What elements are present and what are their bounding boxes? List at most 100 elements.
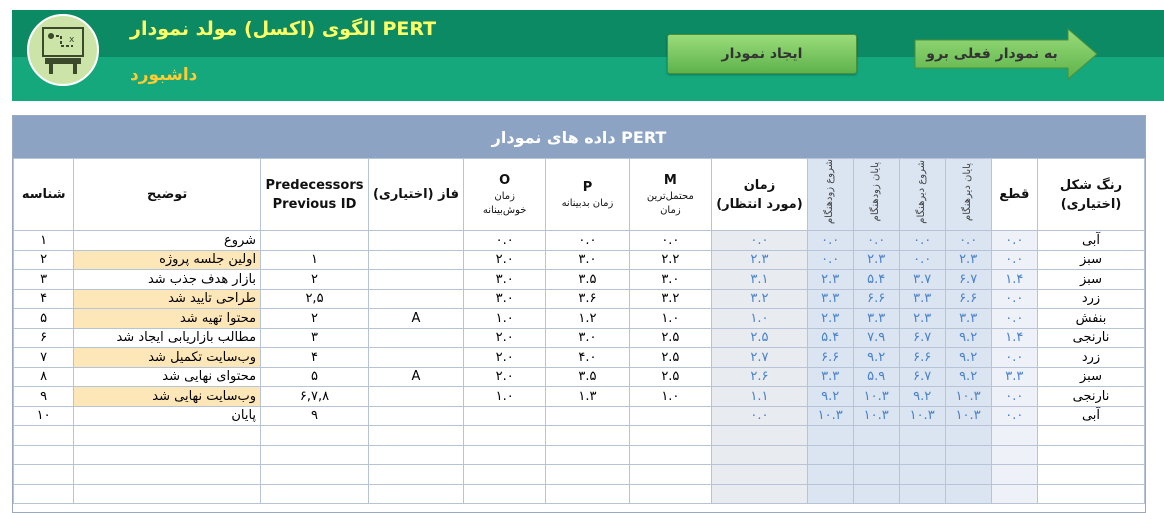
cell-pessimistic[interactable]: ۳.۰ [545, 327, 630, 349]
cell-optimistic[interactable]: ۲.۰ [462, 347, 547, 368]
cell-float[interactable]: ۱.۴ [990, 327, 1039, 349]
cell-description[interactable] [73, 444, 262, 466]
cell-early-start[interactable]: ۲.۳ [806, 269, 854, 290]
cell-float[interactable]: ۰.۰ [990, 308, 1039, 329]
cell-id[interactable]: ۵ [12, 308, 75, 329]
cell-shape-color[interactable] [1037, 464, 1145, 485]
cell-predecessors[interactable]: ۵ [260, 366, 369, 388]
cell-shape-color[interactable]: زرد [1037, 288, 1145, 310]
cell-float[interactable] [990, 483, 1039, 505]
cell-late-finish[interactable]: ۶.۶ [944, 288, 992, 310]
cell-pessimistic[interactable]: ۳.۰ [545, 249, 630, 271]
cell-description[interactable]: محتوای نهایی شد [73, 366, 262, 388]
cell-phase[interactable] [367, 249, 464, 271]
cell-pessimistic[interactable] [545, 444, 630, 466]
cell-pessimistic[interactable]: ۳.۵ [545, 366, 630, 388]
cell-most-likely[interactable]: ۲.۲ [628, 249, 713, 271]
cell-optimistic[interactable] [462, 483, 547, 505]
goto-current-chart-button[interactable]: به نمودار فعلی برو [914, 28, 1098, 80]
cell-late-finish[interactable]: ۱۰.۳ [944, 386, 992, 407]
cell-most-likely[interactable] [628, 405, 713, 427]
cell-id[interactable] [12, 444, 75, 466]
cell-late-finish[interactable] [944, 464, 992, 485]
cell-float[interactable]: ۳.۳ [990, 366, 1039, 388]
cell-pessimistic[interactable] [545, 425, 630, 446]
cell-early-finish[interactable]: ۰.۰ [852, 230, 900, 251]
cell-phase[interactable]: A [367, 308, 464, 329]
cell-most-likely[interactable] [628, 425, 713, 446]
cell-late-start[interactable]: ۳.۳ [898, 288, 946, 310]
cell-most-likely[interactable]: ۲.۵ [628, 347, 713, 368]
cell-optimistic[interactable] [462, 405, 547, 427]
cell-early-finish[interactable]: ۷.۹ [852, 327, 900, 349]
cell-late-finish[interactable]: ۶.۷ [944, 269, 992, 290]
cell-late-start[interactable]: ۶.۷ [898, 327, 946, 349]
cell-pessimistic[interactable] [545, 464, 630, 485]
cell-pessimistic[interactable]: ۱.۲ [545, 308, 630, 329]
cell-description[interactable]: وب‌سایت نهایی شد [73, 386, 262, 407]
cell-late-finish[interactable] [944, 425, 992, 446]
cell-early-finish[interactable]: ۵.۴ [852, 269, 900, 290]
cell-optimistic[interactable]: ۱.۰ [462, 386, 547, 407]
cell-description[interactable]: طراحی تایید شد [73, 288, 262, 310]
cell-pessimistic[interactable]: ۴.۰ [545, 347, 630, 368]
cell-late-start[interactable] [898, 483, 946, 505]
cell-phase[interactable] [367, 288, 464, 310]
cell-late-finish[interactable] [944, 483, 992, 505]
cell-expected[interactable]: ۲.۶ [711, 366, 808, 388]
cell-phase[interactable]: A [367, 366, 464, 388]
cell-late-start[interactable]: ۹.۲ [898, 386, 946, 407]
cell-early-finish[interactable] [852, 444, 900, 466]
cell-expected[interactable]: ۲.۵ [711, 327, 808, 349]
cell-predecessors[interactable]: ۱ [260, 249, 369, 271]
cell-phase[interactable] [367, 230, 464, 251]
cell-shape-color[interactable]: نارنجی [1037, 386, 1145, 407]
cell-early-finish[interactable] [852, 464, 900, 485]
cell-optimistic[interactable] [462, 464, 547, 485]
cell-early-finish[interactable]: ۳.۳ [852, 308, 900, 329]
cell-late-start[interactable]: ۶.۶ [898, 347, 946, 368]
cell-description[interactable]: شروع [73, 230, 262, 251]
cell-predecessors[interactable] [260, 425, 369, 446]
cell-early-finish[interactable]: ۲.۳ [852, 249, 900, 271]
cell-late-start[interactable]: ۰.۰ [898, 249, 946, 271]
cell-shape-color[interactable] [1037, 483, 1145, 505]
cell-expected[interactable]: ۲.۷ [711, 347, 808, 368]
cell-float[interactable]: ۰.۰ [990, 230, 1039, 251]
cell-id[interactable]: ۱۰ [12, 405, 75, 427]
cell-id[interactable]: ۷ [12, 347, 75, 368]
cell-id[interactable] [12, 425, 75, 446]
cell-shape-color[interactable]: آبی [1037, 405, 1145, 427]
cell-shape-color[interactable]: آبی [1037, 230, 1145, 251]
cell-float[interactable]: ۱.۴ [990, 269, 1039, 290]
cell-most-likely[interactable] [628, 483, 713, 505]
cell-expected[interactable] [711, 483, 808, 505]
cell-description[interactable]: وب‌سایت تکمیل شد [73, 347, 262, 368]
cell-predecessors[interactable]: ۲ [260, 269, 369, 290]
cell-late-finish[interactable]: ۰.۰ [944, 230, 992, 251]
cell-float[interactable] [990, 425, 1039, 446]
cell-description[interactable] [73, 483, 262, 505]
cell-pessimistic[interactable] [545, 405, 630, 427]
cell-most-likely[interactable]: ۰.۰ [628, 230, 713, 251]
cell-late-start[interactable]: ۲.۳ [898, 308, 946, 329]
cell-phase[interactable] [367, 386, 464, 407]
cell-most-likely[interactable]: ۲.۵ [628, 366, 713, 388]
cell-float[interactable]: ۰.۰ [990, 386, 1039, 407]
cell-optimistic[interactable]: ۲.۰ [462, 249, 547, 271]
cell-most-likely[interactable]: ۲.۵ [628, 327, 713, 349]
cell-predecessors[interactable] [260, 483, 369, 505]
cell-shape-color[interactable]: نارنجی [1037, 327, 1145, 349]
cell-description[interactable]: پایان [73, 405, 262, 427]
cell-early-start[interactable]: ۳.۳ [806, 288, 854, 310]
cell-early-start[interactable]: ۰.۰ [806, 249, 854, 271]
cell-shape-color[interactable] [1037, 425, 1145, 446]
cell-id[interactable] [12, 464, 75, 485]
cell-early-start[interactable]: ۱۰.۳ [806, 405, 854, 427]
cell-late-start[interactable]: ۰.۰ [898, 230, 946, 251]
cell-pessimistic[interactable]: ۰.۰ [545, 230, 630, 251]
cell-shape-color[interactable]: سبز [1037, 249, 1145, 271]
cell-optimistic[interactable] [462, 444, 547, 466]
cell-description[interactable]: بازار هدف جذب شد [73, 269, 262, 290]
cell-id[interactable] [12, 483, 75, 505]
